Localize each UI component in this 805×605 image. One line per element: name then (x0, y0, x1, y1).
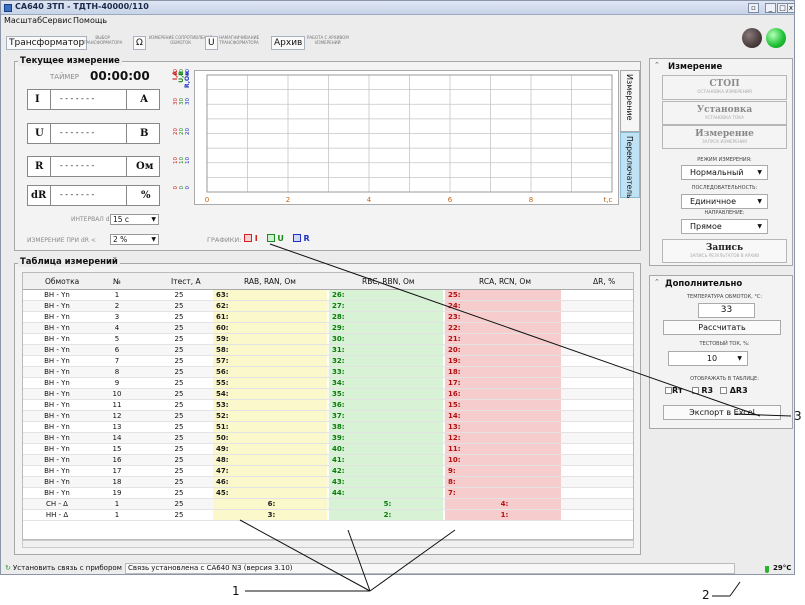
annotation-3: 3 (794, 409, 802, 423)
annotation-2: 2 (702, 588, 710, 602)
annotation-lines (239, 243, 792, 597)
annotation-1: 1 (232, 584, 240, 598)
